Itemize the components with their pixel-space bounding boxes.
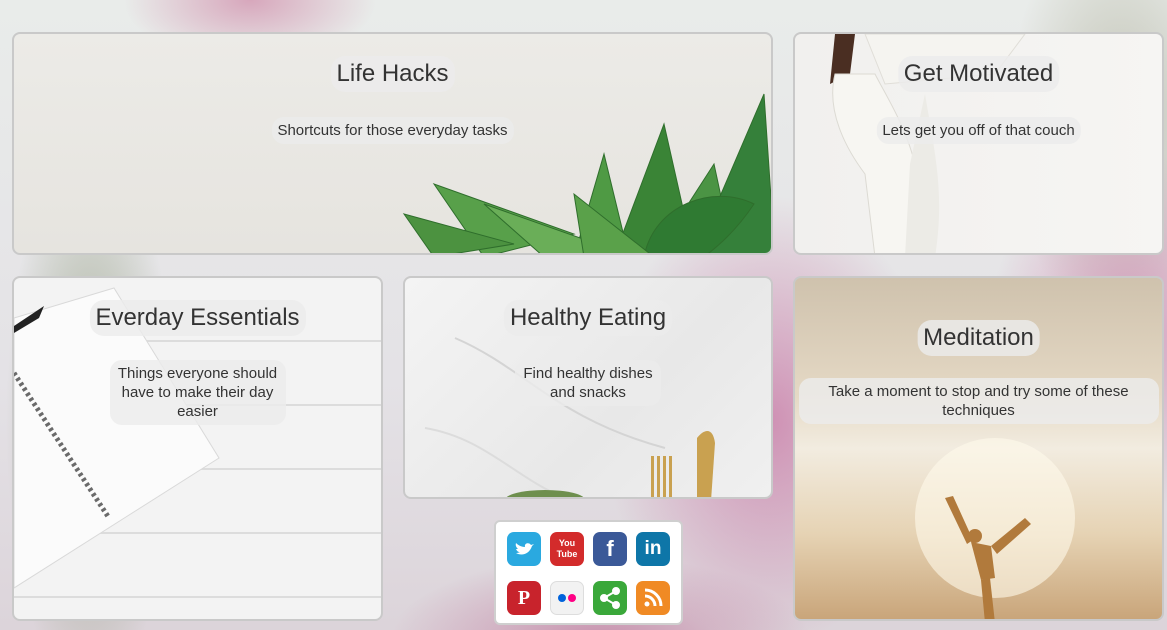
card-life-hacks[interactable]: Life Hacks Shortcuts for those everyday … — [12, 32, 773, 255]
card-everyday-essentials[interactable]: Everday Essentials Things everyone shoul… — [12, 276, 383, 621]
linkedin-icon[interactable]: in — [636, 532, 670, 566]
share-icon[interactable] — [593, 581, 627, 615]
rss-icon[interactable] — [636, 581, 670, 615]
card-healthy-eating[interactable]: Healthy Eating Find healthy dishes and s… — [403, 276, 773, 499]
card-meditation[interactable]: Meditation Take a moment to stop and try… — [793, 276, 1164, 621]
card-title: Life Hacks — [330, 56, 455, 92]
youtube-label: You Tube — [556, 538, 578, 559]
card-title: Meditation — [917, 320, 1040, 356]
card-title: Everday Essentials — [89, 300, 306, 336]
card-subtitle: Shortcuts for those everyday tasks — [271, 117, 514, 144]
linkedin-label: in — [644, 538, 662, 559]
flickr-icon[interactable] — [550, 581, 584, 615]
facebook-icon[interactable]: f — [593, 532, 627, 566]
card-get-motivated[interactable]: Get Motivated Lets get you off of that c… — [793, 32, 1164, 255]
card-subtitle: Things everyone should have to make thei… — [109, 360, 286, 425]
card-subtitle: Find healthy dishes and snacks — [515, 360, 661, 406]
youtube-icon[interactable]: You Tube — [550, 532, 584, 566]
card-title: Healthy Eating — [503, 300, 673, 336]
facebook-label: f — [606, 536, 614, 561]
twitter-icon[interactable] — [507, 532, 541, 566]
card-subtitle: Take a moment to stop and try some of th… — [798, 378, 1159, 424]
card-title: Get Motivated — [897, 56, 1060, 92]
pinterest-label: P — [517, 587, 531, 609]
pinterest-icon[interactable]: P — [507, 581, 541, 615]
card-subtitle: Lets get you off of that couch — [876, 117, 1081, 144]
social-icons-panel: You Tube f in P — [494, 520, 683, 625]
